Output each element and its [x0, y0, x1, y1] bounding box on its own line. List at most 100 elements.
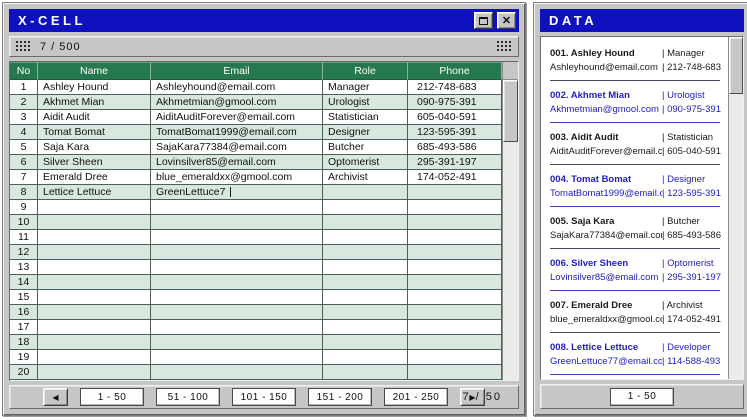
phone-cell[interactable]: [408, 230, 502, 245]
name-cell[interactable]: Emerald Dree: [38, 170, 151, 185]
email-cell[interactable]: [151, 365, 323, 380]
role-cell[interactable]: Urologist: [323, 95, 408, 110]
row-number-cell[interactable]: 17: [10, 320, 38, 335]
page-range-button[interactable]: 201 - 250: [384, 388, 448, 406]
email-cell[interactable]: [151, 290, 323, 305]
phone-cell[interactable]: [408, 335, 502, 350]
email-cell[interactable]: SajaKara77384@email.com: [151, 140, 323, 155]
row-number-cell[interactable]: 7: [10, 170, 38, 185]
phone-cell[interactable]: 090-975-391: [408, 95, 502, 110]
email-cell[interactable]: Lovinsilver85@email.com: [151, 155, 323, 170]
scrollbar-thumb[interactable]: [503, 80, 518, 142]
role-cell[interactable]: [323, 335, 408, 350]
email-cell[interactable]: [151, 230, 323, 245]
row-number-cell[interactable]: 8: [10, 185, 38, 200]
email-cell[interactable]: [151, 350, 323, 365]
list-item[interactable]: 006. Silver Sheen| OptomeristLovinsilver…: [550, 257, 720, 291]
list-item[interactable]: 003. Aidit Audit| StatisticianAiditAudit…: [550, 131, 720, 165]
phone-cell[interactable]: [408, 290, 502, 305]
page-range-button[interactable]: 151 - 200: [308, 388, 372, 406]
role-cell[interactable]: [323, 275, 408, 290]
name-cell[interactable]: [38, 365, 151, 380]
phone-cell[interactable]: [408, 245, 502, 260]
row-number-cell[interactable]: 11: [10, 230, 38, 245]
list-item[interactable]: 001. Ashley Hound| ManagerAshleyhound@em…: [550, 47, 720, 81]
name-cell[interactable]: Tomat Bomat: [38, 125, 151, 140]
phone-cell[interactable]: [408, 275, 502, 290]
row-number-cell[interactable]: 15: [10, 290, 38, 305]
phone-cell[interactable]: 685-493-586: [408, 140, 502, 155]
email-cell[interactable]: blue_emeraldxx@gmool.com: [151, 170, 323, 185]
role-cell[interactable]: [323, 185, 408, 200]
email-cell[interactable]: GreenLettuce7: [151, 185, 323, 200]
close-button[interactable]: ✕: [497, 12, 516, 29]
row-number-cell[interactable]: 12: [10, 245, 38, 260]
phone-cell[interactable]: [408, 350, 502, 365]
email-cell[interactable]: [151, 260, 323, 275]
row-number-cell[interactable]: 13: [10, 260, 38, 275]
email-cell[interactable]: Ashleyhound@email.com: [151, 80, 323, 95]
name-cell[interactable]: Silver Sheen: [38, 155, 151, 170]
role-cell[interactable]: [323, 290, 408, 305]
email-cell[interactable]: [151, 305, 323, 320]
phone-cell[interactable]: 605-040-591: [408, 110, 502, 125]
table-scrollbar[interactable]: [502, 62, 518, 380]
phone-cell[interactable]: [408, 185, 502, 200]
name-cell[interactable]: Lettice Lettuce: [38, 185, 151, 200]
role-cell[interactable]: Statistician: [323, 110, 408, 125]
column-header-role[interactable]: Role: [323, 62, 408, 80]
grid-handle-icon-left[interactable]: [16, 41, 31, 52]
row-number-cell[interactable]: 6: [10, 155, 38, 170]
email-cell[interactable]: [151, 245, 323, 260]
page-range-button[interactable]: 101 - 150: [232, 388, 296, 406]
name-cell[interactable]: [38, 320, 151, 335]
role-cell[interactable]: [323, 230, 408, 245]
column-header-email[interactable]: Email: [151, 62, 323, 80]
row-number-cell[interactable]: 5: [10, 140, 38, 155]
role-cell[interactable]: Optomerist: [323, 155, 408, 170]
name-cell[interactable]: [38, 350, 151, 365]
role-cell[interactable]: Manager: [323, 80, 408, 95]
email-cell[interactable]: AiditAuditForever@email.com: [151, 110, 323, 125]
role-cell[interactable]: [323, 365, 408, 380]
phone-cell[interactable]: 174-052-491: [408, 170, 502, 185]
phone-cell[interactable]: 295-391-197: [408, 155, 502, 170]
email-cell[interactable]: [151, 335, 323, 350]
column-header-phone[interactable]: Phone: [408, 62, 502, 80]
row-number-cell[interactable]: 4: [10, 125, 38, 140]
name-cell[interactable]: [38, 245, 151, 260]
data-page-button[interactable]: 1 - 50: [610, 388, 674, 406]
xcell-titlebar[interactable]: X-CELL ✕: [9, 9, 519, 32]
role-cell[interactable]: [323, 320, 408, 335]
phone-cell[interactable]: [408, 215, 502, 230]
maximize-button[interactable]: [474, 12, 493, 29]
role-cell[interactable]: [323, 200, 408, 215]
email-cell[interactable]: [151, 200, 323, 215]
row-number-cell[interactable]: 9: [10, 200, 38, 215]
phone-cell[interactable]: [408, 305, 502, 320]
name-cell[interactable]: [38, 200, 151, 215]
row-number-cell[interactable]: 1: [10, 80, 38, 95]
scrollbar-track[interactable]: [503, 80, 518, 380]
name-cell[interactable]: [38, 215, 151, 230]
name-cell[interactable]: [38, 230, 151, 245]
row-number-cell[interactable]: 10: [10, 215, 38, 230]
phone-cell[interactable]: [408, 320, 502, 335]
row-number-cell[interactable]: 18: [10, 335, 38, 350]
name-cell[interactable]: [38, 275, 151, 290]
row-number-cell[interactable]: 19: [10, 350, 38, 365]
data-titlebar[interactable]: DATA: [540, 9, 744, 32]
data-scrollbar-thumb[interactable]: [729, 37, 743, 94]
row-number-cell[interactable]: 3: [10, 110, 38, 125]
grid-handle-icon-right[interactable]: [497, 41, 512, 52]
role-cell[interactable]: [323, 350, 408, 365]
name-cell[interactable]: Aidit Audit: [38, 110, 151, 125]
phone-cell[interactable]: 123-595-391: [408, 125, 502, 140]
role-cell[interactable]: Designer: [323, 125, 408, 140]
role-cell[interactable]: Butcher: [323, 140, 408, 155]
prev-page-button[interactable]: ◀: [43, 388, 68, 406]
email-cell[interactable]: [151, 320, 323, 335]
row-number-cell[interactable]: 16: [10, 305, 38, 320]
name-cell[interactable]: Saja Kara: [38, 140, 151, 155]
phone-cell[interactable]: [408, 365, 502, 380]
